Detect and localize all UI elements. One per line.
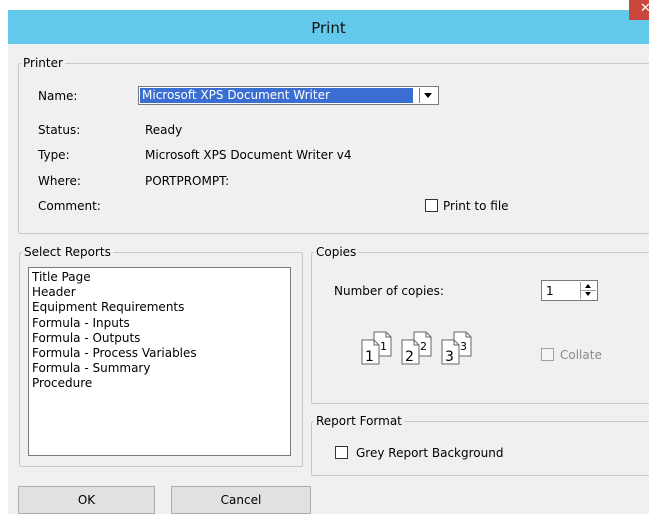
copies-group: Copies [311,245,649,404]
status-value: Ready [145,123,183,137]
collate-page-1-icon: 1 1 [361,331,392,365]
printer-name-value: Microsoft XPS Document Writer [140,88,413,103]
spin-down-icon[interactable] [581,291,596,299]
collate-page-3-big: 3 [445,349,454,365]
print-to-file-label[interactable]: Print to file [443,199,509,213]
collate-label: Collate [560,348,602,362]
where-value: PORTPROMPT: [145,174,230,188]
copies-spinner[interactable]: 1 [541,280,598,301]
copies-value: 1 [546,284,554,298]
close-button[interactable]: ✕ [629,0,649,20]
list-item[interactable]: Equipment Requirements [32,300,287,315]
collate-page-3-icon: 3 3 [441,331,472,365]
list-item[interactable]: Formula - Summary [32,361,287,376]
printer-name-select[interactable]: Microsoft XPS Document Writer [138,86,439,105]
title-bar: Print [8,10,649,44]
cancel-button[interactable]: Cancel [171,486,311,514]
report-format-group: Report Format [311,414,649,476]
where-label: Where: [38,174,81,188]
chevron-down-icon[interactable] [419,88,437,103]
print-to-file-checkbox[interactable] [425,199,438,212]
ok-button[interactable]: OK [18,486,155,514]
collate-checkbox[interactable] [541,348,554,361]
grey-background-label[interactable]: Grey Report Background [356,446,503,460]
close-icon: ✕ [640,1,649,16]
list-item[interactable]: Formula - Inputs [32,316,287,331]
collate-page-2-big: 2 [405,349,414,365]
collate-page-2-small: 2 [420,340,427,353]
spinner-buttons[interactable] [580,282,596,299]
window-title: Print [311,19,346,37]
spin-up-icon[interactable] [581,282,596,291]
list-item[interactable]: Formula - Process Variables [32,346,287,361]
list-item[interactable]: Formula - Outputs [32,331,287,346]
collate-page-1-small: 1 [380,340,387,353]
status-label: Status: [38,123,81,137]
name-label: Name: [38,89,78,103]
collate-page-3-small: 3 [460,340,467,353]
list-item[interactable]: Procedure [32,376,287,391]
grey-background-checkbox[interactable] [335,446,348,459]
list-item[interactable]: Title Page [32,270,287,285]
printer-group-label: Printer [23,56,63,70]
report-format-label: Report Format [316,414,402,428]
list-item[interactable]: Header [32,285,287,300]
type-label: Type: [38,148,70,162]
reports-listbox[interactable]: Title Page Header Equipment Requirements… [28,267,291,456]
collate-page-2-icon: 2 2 [401,331,432,365]
type-value: Microsoft XPS Document Writer v4 [145,148,352,162]
comment-label: Comment: [38,199,101,213]
number-of-copies-label: Number of copies: [334,284,444,298]
select-reports-label: Select Reports [24,245,111,259]
printer-group: Printer [18,56,649,234]
collate-page-1-big: 1 [365,349,374,365]
copies-group-label: Copies [316,245,357,259]
